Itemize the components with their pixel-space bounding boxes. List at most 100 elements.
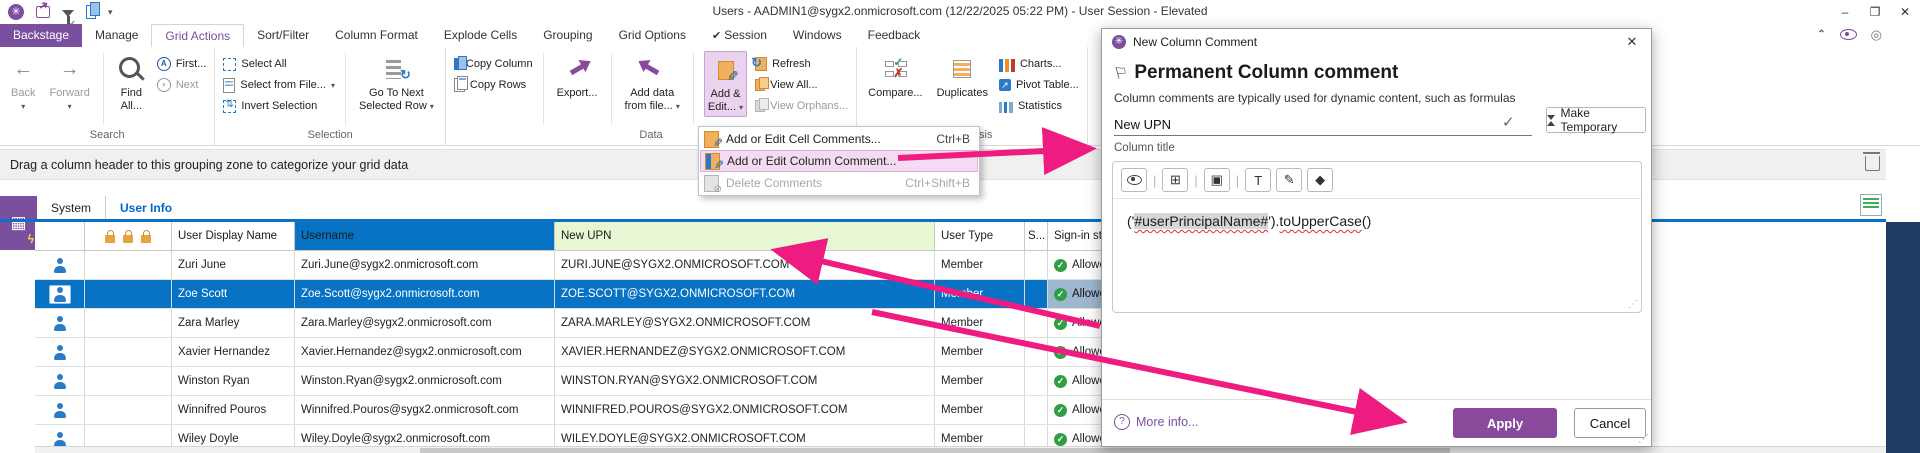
- view-orphans-button[interactable]: View Orphans...: [755, 97, 848, 115]
- header-row-selector[interactable]: [35, 222, 85, 250]
- close-button[interactable]: ✕: [1890, 0, 1920, 24]
- make-temporary-button[interactable]: Make Temporary: [1546, 107, 1646, 133]
- allowed-check-icon: [1054, 433, 1067, 446]
- table-row[interactable]: Xavier Hernandez Xavier.Hernandez@sygx2.…: [35, 338, 1165, 367]
- ribbon-display-options: ⌃: [1817, 28, 1882, 41]
- compare-button[interactable]: Compare...: [865, 51, 925, 102]
- statistics-button[interactable]: Statistics: [999, 97, 1079, 115]
- table-row-selected[interactable]: Zoe Scott Zoe.Scott@sygx2.onmicrosoft.co…: [35, 280, 1165, 309]
- bar-chart-icon: [999, 59, 1015, 72]
- table-row[interactable]: Zuri June Zuri.June@sygx2.onmicrosoft.co…: [35, 251, 1165, 280]
- table-row[interactable]: Zara Marley Zara.Marley@sygx2.onmicrosof…: [35, 309, 1165, 338]
- user-grid: User Display Name Username New UPN User …: [35, 222, 1165, 453]
- collapse-ribbon-icon[interactable]: ⌃: [1817, 29, 1825, 40]
- text-format-button[interactable]: T: [1245, 168, 1271, 192]
- dialog-heading: Permanent Column comment: [1114, 62, 1398, 84]
- apply-button[interactable]: Apply: [1453, 408, 1557, 438]
- highlight-color-button[interactable]: ◆: [1307, 168, 1333, 192]
- copy-column-icon: [454, 58, 461, 70]
- menu-item-cell-comments[interactable]: Add or Edit Cell Comments... Ctrl+B: [700, 128, 978, 150]
- column-header-s[interactable]: S...: [1025, 222, 1048, 250]
- refresh-button[interactable]: Refresh: [755, 55, 848, 73]
- rows-jump-icon: [386, 60, 401, 79]
- table-row[interactable]: Winnifred Pouros Winnifred.Pouros@sygx2.…: [35, 396, 1165, 425]
- first-button[interactable]: A First...: [157, 55, 207, 73]
- insert-field-button[interactable]: ⊞: [1162, 168, 1188, 192]
- tab-feedback[interactable]: Feedback: [855, 24, 934, 47]
- next-occurrence-icon: ›: [157, 78, 171, 92]
- table-row[interactable]: Winston Ryan Winston.Ryan@sygx2.onmicros…: [35, 367, 1165, 396]
- tab-grid-options[interactable]: Grid Options: [606, 24, 699, 47]
- comment-formula-editor[interactable]: | ⊞ | ▣ | T ✎ ◆ ('#userPrincipalName#').…: [1112, 161, 1642, 313]
- copy-column-button[interactable]: Copy Column: [454, 55, 533, 73]
- tab-grid-actions[interactable]: Grid Actions: [151, 24, 244, 47]
- find-all-button[interactable]: FindAll...: [114, 51, 149, 115]
- tab-system[interactable]: System: [37, 196, 105, 219]
- eye-icon[interactable]: [1840, 29, 1857, 40]
- minimize-button[interactable]: –: [1830, 0, 1860, 24]
- insert-comment-button[interactable]: ▣: [1204, 168, 1230, 192]
- select-all-button[interactable]: Select All: [223, 55, 335, 73]
- view-all-button[interactable]: View All...: [755, 76, 848, 94]
- tab-user-info[interactable]: User Info: [105, 196, 186, 219]
- eye-icon: [1127, 175, 1142, 185]
- dialog-close-icon[interactable]: [1623, 34, 1641, 50]
- menu-item-delete-comments[interactable]: Delete Comments Ctrl+Shift+B: [700, 172, 978, 194]
- cancel-button[interactable]: Cancel: [1574, 408, 1646, 438]
- file-icon: [223, 78, 235, 93]
- forward-button[interactable]: → Forward▾: [46, 51, 92, 115]
- scrollbar-thumb[interactable]: [420, 448, 1450, 453]
- column-chooser-icon[interactable]: [1860, 194, 1882, 216]
- view-orphans-icon: [755, 100, 765, 112]
- duplicates-icon: [953, 60, 971, 78]
- more-info-link[interactable]: More info...: [1114, 414, 1199, 430]
- side-panel-bar[interactable]: [1886, 222, 1920, 453]
- user-icon: [52, 373, 68, 390]
- cell-comment-icon: [704, 131, 719, 148]
- tab-column-format[interactable]: Column Format: [322, 24, 431, 47]
- dialog-footer: More info... Apply Cancel: [1102, 399, 1651, 446]
- copy-rows-button[interactable]: Copy Rows: [454, 76, 533, 94]
- tab-manage[interactable]: Manage: [82, 24, 151, 47]
- column-header-user-type[interactable]: User Type: [935, 222, 1025, 250]
- group-label-selection: Selection: [215, 127, 445, 145]
- column-header-display-name[interactable]: User Display Name: [172, 222, 295, 250]
- add-data-from-file-button[interactable]: Add data from file... ▾: [622, 51, 683, 115]
- invert-selection-button[interactable]: Invert Selection: [223, 97, 335, 115]
- header-lock-cells[interactable]: [85, 222, 172, 250]
- tab-backstage[interactable]: Backstage: [0, 24, 82, 47]
- grouping-zone-text: Drag a column header to this grouping zo…: [10, 158, 408, 172]
- column-header-new-upn[interactable]: New UPN: [555, 222, 935, 250]
- textarea-resize-grip[interactable]: [1628, 299, 1638, 310]
- tab-session[interactable]: Session: [699, 24, 780, 47]
- trash-icon[interactable]: [1865, 156, 1880, 171]
- helper-button[interactable]: ✎: [1276, 168, 1302, 192]
- back-button[interactable]: ← Back▾: [8, 51, 38, 115]
- add-and-edit-button[interactable]: Add & Edit... ▾: [704, 51, 747, 117]
- go-to-next-selected-row-button[interactable]: Go To Next Selected Row ▾: [356, 51, 437, 115]
- target-icon[interactable]: [1871, 28, 1882, 41]
- menu-item-column-comment[interactable]: Add or Edit Column Comment...: [700, 150, 978, 172]
- charts-button[interactable]: Charts...: [999, 55, 1079, 73]
- pivot-table-button[interactable]: Pivot Table...: [999, 76, 1079, 94]
- tab-grouping[interactable]: Grouping: [530, 24, 605, 47]
- tab-sort-filter[interactable]: Sort/Filter: [244, 24, 322, 47]
- column-title-input[interactable]: New UPN: [1114, 113, 1532, 136]
- forward-arrow-icon: →: [60, 59, 80, 79]
- allowed-check-icon: [1054, 375, 1067, 388]
- export-arrow-icon: [570, 63, 585, 74]
- horizontal-scrollbar[interactable]: [35, 446, 1886, 453]
- select-from-file-button[interactable]: Select from File...▾: [223, 76, 335, 94]
- column-title-label: Column title: [1114, 142, 1175, 154]
- formula-text[interactable]: ('#userPrincipalName#').toUpperCase(): [1113, 199, 1641, 243]
- user-icon: [52, 257, 68, 274]
- duplicates-button[interactable]: Duplicates: [934, 51, 991, 102]
- tab-windows[interactable]: Windows: [780, 24, 855, 47]
- dialog-resize-grip[interactable]: [1638, 432, 1649, 445]
- column-header-username[interactable]: Username: [295, 222, 555, 250]
- visibility-eye-button[interactable]: [1121, 168, 1147, 192]
- maximize-button[interactable]: ❐: [1860, 0, 1890, 24]
- next-button[interactable]: › Next: [157, 76, 207, 94]
- export-button[interactable]: Export...: [554, 51, 601, 102]
- tab-explode-cells[interactable]: Explode Cells: [431, 24, 530, 47]
